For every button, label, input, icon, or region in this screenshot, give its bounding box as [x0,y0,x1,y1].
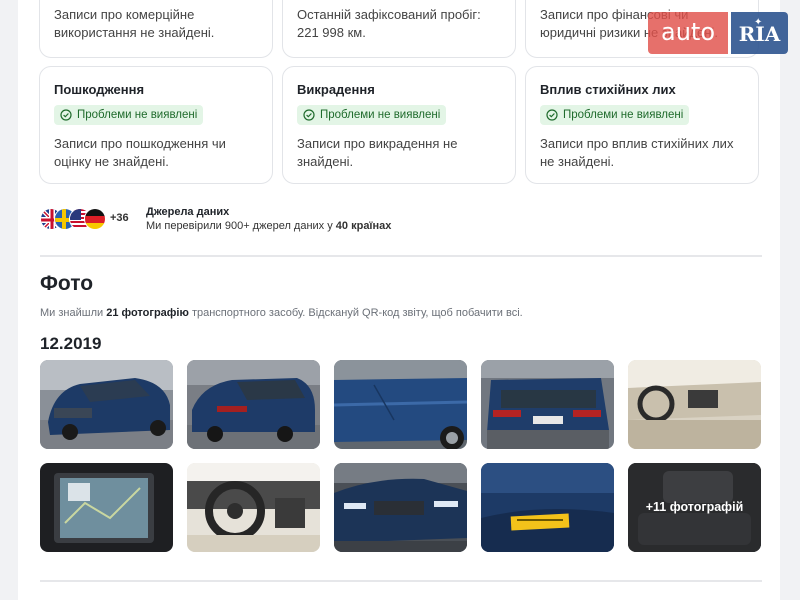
card-text: Записи про пошкодження чи оцінку не знай… [54,136,226,169]
badge-label: Проблеми не виявлені [77,109,198,121]
mileage-card: Останній зафіксований пробіг: 221 998 км… [282,0,516,58]
car-photo-back-lights[interactable] [481,360,614,449]
car-photo-front-lights[interactable] [334,463,467,552]
check-circle-icon [546,109,558,121]
card-text: Записи про викрадення не знайдені. [297,136,458,169]
badge-label: Проблеми не виявлені [563,109,684,121]
check-circle-icon [303,109,315,121]
car-photo-front[interactable] [40,360,173,449]
divider [40,580,762,582]
natural-disaster-card: Вплив стихійних лих Проблеми не виявлені… [525,66,759,184]
status-badge: Проблеми не виявлені [297,105,447,125]
photos-description: Ми знайшли 21 фотографію транспортного з… [40,307,523,319]
damage-card: Пошкодження Проблеми не виявлені Записи … [39,66,273,184]
section-title-photos: Фото [40,272,94,295]
card-title: Пошкодження [54,82,145,97]
commercial-use-card: Записи про комерційне використання не зн… [39,0,273,58]
data-sources-text: Ми перевірили 900+ джерел даних у 40 кра… [146,220,392,232]
star-icon: ✦ [754,17,763,28]
germany-flag-icon [84,208,106,230]
car-photo-side[interactable] [334,360,467,449]
card-title: Викрадення [297,82,375,97]
card-text: Записи про комерційне використання не зн… [54,7,215,40]
car-photo-label-closeup[interactable] [481,463,614,552]
more-countries-count: +36 [110,212,129,224]
divider [40,255,762,257]
car-photo-steering-wheel[interactable] [187,463,320,552]
more-photos-label: +11 фотографій [645,500,744,514]
status-badge: Проблеми не виявлені [540,105,690,125]
badge-label: Проблеми не виявлені [320,109,441,121]
data-sources-title: Джерела даних [146,206,230,218]
theft-card: Викрадення Проблеми не виявлені Записи п… [282,66,516,184]
status-badge: Проблеми не виявлені [54,105,204,125]
card-text: Записи про вплив стихійних лих не знайде… [540,136,734,169]
autoria-logo: auto RIA ✦ [648,12,788,54]
car-photo-rear[interactable] [187,360,320,449]
photos-date: 12.2019 [40,334,102,353]
more-photos-button[interactable]: +11 фотографій [628,463,761,552]
car-photo-navigation-screen[interactable] [40,463,173,552]
logo-auto-part: auto [648,12,728,54]
card-title: Вплив стихійних лих [540,82,676,97]
car-photo-interior-dashboard[interactable] [628,360,761,449]
card-text: Останній зафіксований пробіг: 221 998 км… [297,7,481,40]
check-circle-icon [60,109,72,121]
